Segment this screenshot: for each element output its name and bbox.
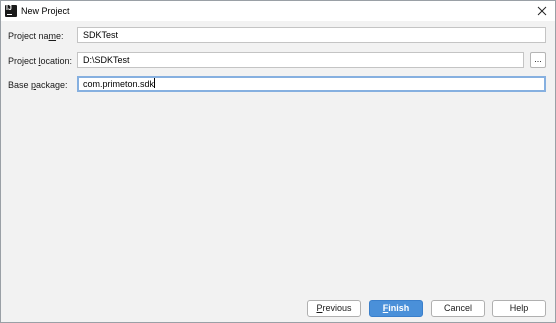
- browse-button[interactable]: ...: [530, 52, 546, 68]
- title-bar: IJ New Project: [1, 1, 555, 21]
- base-package-value: com.primeton.sdk: [83, 79, 155, 89]
- project-name-label: Project name:: [8, 31, 64, 41]
- project-location-input[interactable]: D:\SDKTest: [77, 52, 524, 68]
- base-package-input[interactable]: com.primeton.sdk: [77, 76, 546, 92]
- base-package-label: Base package:: [8, 80, 68, 90]
- finish-button[interactable]: Finish: [369, 300, 423, 317]
- window-title: New Project: [21, 6, 70, 16]
- new-project-dialog: IJ New Project Project name: SDKTest Pro…: [0, 0, 556, 323]
- cancel-button[interactable]: Cancel: [431, 300, 485, 317]
- text-caret: [154, 78, 156, 88]
- close-icon[interactable]: [535, 4, 549, 18]
- project-name-input[interactable]: SDKTest: [77, 27, 546, 43]
- help-button[interactable]: Help: [492, 300, 546, 317]
- intellij-idea-icon: IJ: [5, 5, 17, 17]
- previous-button[interactable]: Previous: [307, 300, 361, 317]
- project-location-label: Project location:: [8, 56, 73, 66]
